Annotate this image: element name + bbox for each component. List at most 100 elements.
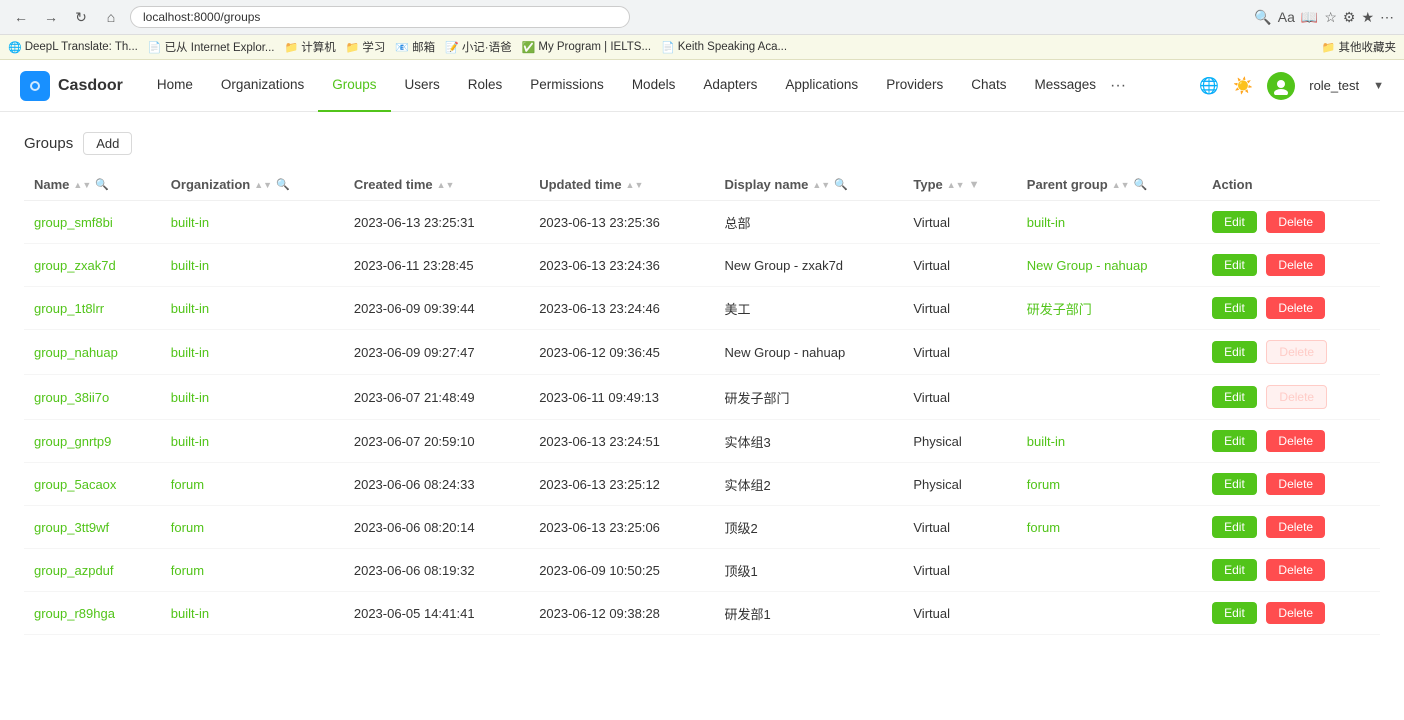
nav-models[interactable]: Models	[618, 60, 690, 112]
group-name-link[interactable]: group_r89hga	[34, 606, 115, 621]
parent-group-link[interactable]: New Group - nahuap	[1027, 258, 1148, 273]
nav-chats[interactable]: Chats	[957, 60, 1020, 112]
bookmark-ie[interactable]: 📄 已从 Internet Explor...	[148, 39, 275, 55]
org-sort-icon[interactable]: ▲▼	[254, 180, 272, 190]
edit-button[interactable]: Edit	[1212, 516, 1257, 538]
nav-permissions[interactable]: Permissions	[516, 60, 618, 112]
nav-providers[interactable]: Providers	[872, 60, 957, 112]
home-button[interactable]: ⌂	[100, 6, 122, 28]
parent-search-icon[interactable]: 🔍	[1134, 178, 1148, 191]
edit-button[interactable]: Edit	[1212, 473, 1257, 495]
edit-button[interactable]: Edit	[1212, 602, 1257, 624]
edit-button[interactable]: Edit	[1212, 341, 1257, 363]
bookmark-study[interactable]: 📁 学习	[346, 39, 386, 55]
org-link[interactable]: built-in	[171, 301, 209, 316]
star-icon[interactable]: ☆	[1324, 9, 1337, 26]
nav-applications[interactable]: Applications	[771, 60, 872, 112]
table-row: group_zxak7d built-in 2023-06-11 23:28:4…	[24, 244, 1380, 287]
nav-adapters[interactable]: Adapters	[689, 60, 771, 112]
bookmark-mail[interactable]: 📧 邮箱	[395, 39, 435, 55]
user-dropdown-icon[interactable]: ▼	[1373, 80, 1384, 92]
back-button[interactable]: ←	[10, 6, 32, 28]
nav-roles[interactable]: Roles	[454, 60, 517, 112]
delete-button[interactable]: Delete	[1266, 602, 1325, 624]
org-link[interactable]: built-in	[171, 215, 209, 230]
type-filter-icon[interactable]: ▼	[969, 179, 980, 191]
parent-group-link[interactable]: 研发子部门	[1027, 302, 1092, 317]
user-label[interactable]: role_test	[1309, 78, 1359, 93]
bookmark-other[interactable]: 📁 其他收藏夹	[1322, 39, 1396, 55]
nav-home[interactable]: Home	[143, 60, 207, 112]
org-link[interactable]: built-in	[171, 258, 209, 273]
header-right: 🌐 ☀️ role_test ▼	[1199, 72, 1384, 100]
group-name-link[interactable]: group_1t8lrr	[34, 301, 104, 316]
bookmark-keith[interactable]: 📄 Keith Speaking Aca...	[661, 41, 787, 54]
edit-button[interactable]: Edit	[1212, 297, 1257, 319]
display-search-icon[interactable]: 🔍	[834, 178, 848, 191]
org-link[interactable]: forum	[171, 477, 204, 492]
org-search-icon[interactable]: 🔍	[276, 178, 290, 191]
nav-organizations[interactable]: Organizations	[207, 60, 318, 112]
settings-icon[interactable]: ⚙	[1343, 9, 1356, 26]
group-name-link[interactable]: group_gnrtp9	[34, 434, 111, 449]
group-name-link[interactable]: group_5acaox	[34, 477, 116, 492]
delete-button[interactable]: Delete	[1266, 297, 1325, 319]
parent-sort-icon[interactable]: ▲▼	[1112, 180, 1130, 190]
delete-button[interactable]: Delete	[1266, 430, 1325, 452]
group-name-link[interactable]: group_3tt9wf	[34, 520, 109, 535]
org-link[interactable]: built-in	[171, 606, 209, 621]
edit-button[interactable]: Edit	[1212, 430, 1257, 452]
group-name-link[interactable]: group_zxak7d	[34, 258, 116, 273]
theme-icon[interactable]: ☀️	[1233, 76, 1253, 96]
org-link[interactable]: forum	[171, 520, 204, 535]
search-browser-icon[interactable]: 🔍	[1254, 9, 1271, 26]
bookmark-computer[interactable]: 📁 计算机	[285, 39, 336, 55]
bookmark-deepl[interactable]: 🌐 DeepL Translate: Th...	[8, 41, 138, 54]
delete-button[interactable]: Delete	[1266, 211, 1325, 233]
edit-button[interactable]: Edit	[1212, 559, 1257, 581]
org-link[interactable]: forum	[171, 563, 204, 578]
org-link[interactable]: built-in	[171, 390, 209, 405]
url-bar[interactable]	[130, 6, 630, 28]
edit-button[interactable]: Edit	[1212, 254, 1257, 276]
col-organization: Organization ▲▼ 🔍	[161, 169, 344, 201]
globe-icon[interactable]: 🌐	[1199, 76, 1219, 96]
parent-group-link[interactable]: built-in	[1027, 434, 1065, 449]
forward-button[interactable]: →	[40, 6, 62, 28]
org-link[interactable]: built-in	[171, 345, 209, 360]
add-button[interactable]: Add	[83, 132, 132, 155]
group-name-link[interactable]: group_38ii7o	[34, 390, 109, 405]
type-sort-icon[interactable]: ▲▼	[947, 180, 965, 190]
parent-group-link[interactable]: built-in	[1027, 215, 1065, 230]
bookmark-notes[interactable]: 📝 小记·语爸	[445, 39, 512, 55]
display-sort-icon[interactable]: ▲▼	[812, 180, 830, 190]
bookmark-program[interactable]: ✅ My Program | IELTS...	[522, 41, 651, 54]
group-name-link[interactable]: group_smf8bi	[34, 215, 113, 230]
created-sort-icon[interactable]: ▲▼	[437, 180, 455, 190]
delete-button[interactable]: Delete	[1266, 516, 1325, 538]
org-link[interactable]: built-in	[171, 434, 209, 449]
updated-sort-icon[interactable]: ▲▼	[626, 180, 644, 190]
font-icon[interactable]: Aa	[1278, 9, 1295, 26]
group-name-link[interactable]: group_azpduf	[34, 563, 114, 578]
more-icon[interactable]: ⋯	[1380, 9, 1394, 26]
avatar[interactable]	[1267, 72, 1295, 100]
edit-button[interactable]: Edit	[1212, 211, 1257, 233]
favorites-icon[interactable]: ★	[1361, 9, 1374, 26]
parent-group-link[interactable]: forum	[1027, 477, 1060, 492]
table-row: group_1t8lrr built-in 2023-06-09 09:39:4…	[24, 287, 1380, 330]
parent-group-link[interactable]: forum	[1027, 520, 1060, 535]
delete-button[interactable]: Delete	[1266, 559, 1325, 581]
edit-button[interactable]: Edit	[1212, 386, 1257, 408]
nav-messages[interactable]: Messages	[1021, 60, 1111, 112]
group-name-link[interactable]: group_nahuap	[34, 345, 118, 360]
nav-groups[interactable]: Groups	[318, 60, 390, 112]
nav-users[interactable]: Users	[391, 60, 454, 112]
refresh-button[interactable]: ↻	[70, 6, 92, 28]
reader-icon[interactable]: 📖	[1301, 9, 1318, 26]
name-search-icon[interactable]: 🔍	[95, 178, 109, 191]
delete-button[interactable]: Delete	[1266, 473, 1325, 495]
delete-button[interactable]: Delete	[1266, 254, 1325, 276]
name-sort-icon[interactable]: ▲▼	[73, 180, 91, 190]
nav-more-icon[interactable]: ···	[1110, 77, 1126, 95]
